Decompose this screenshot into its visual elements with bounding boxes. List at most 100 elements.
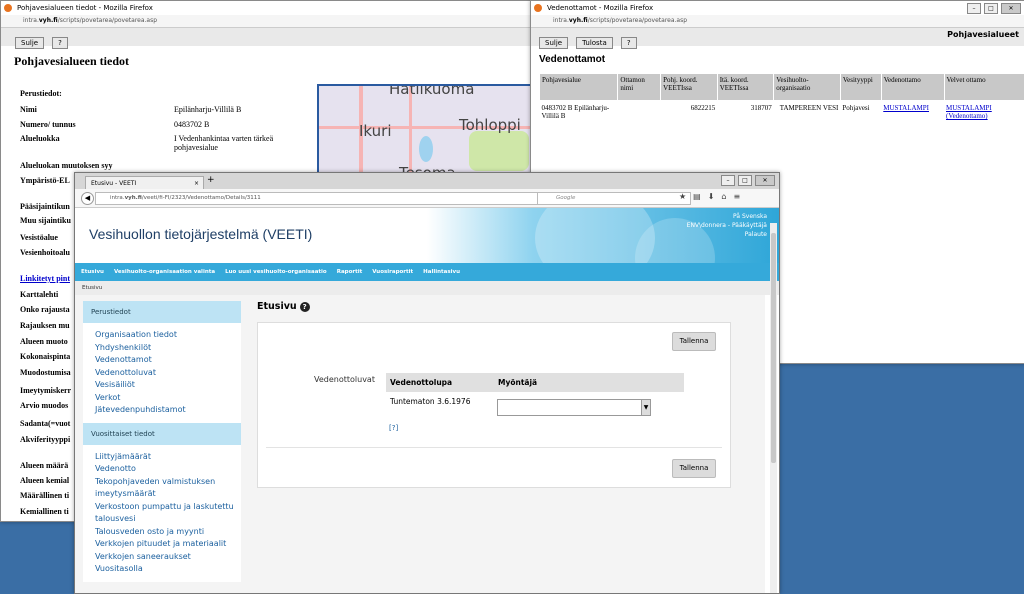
help-button[interactable]: ? <box>52 37 68 49</box>
sidebar-item[interactable]: Organisaation tiedot <box>95 329 241 342</box>
cell-org: TAMPEREEN VESI <box>774 101 841 124</box>
save-button-bottom[interactable]: Tallenna <box>672 459 716 478</box>
detail-key: Pääsijaintikun <box>20 202 70 211</box>
search-input[interactable]: Google <box>537 192 691 205</box>
detail-key: Rajauksen mu <box>20 321 70 330</box>
close-icon[interactable]: ✕ <box>755 175 775 186</box>
intakes-table: Pohjavesialue Ottamon nimi Pohj. koord. … <box>539 73 1024 123</box>
url-path: /scripts/povetarea/povetarea.asp <box>58 17 157 24</box>
sidebar-item[interactable]: Vedenotto <box>95 463 241 476</box>
chevron-down-icon[interactable]: ▼ <box>641 400 650 415</box>
detail-row: Nimi <box>20 105 37 114</box>
detail-key: Muu sijaintiku <box>20 216 71 225</box>
map-label: Hatiikuoma <box>389 84 474 98</box>
window-titlebar[interactable]: Pohjavesialueen tiedot - Mozilla Firefox <box>1 1 539 15</box>
detail-row: Arvio muodos <box>20 401 68 410</box>
maximize-icon[interactable]: □ <box>984 3 998 14</box>
detail-row: Alueluokan muutoksen syy <box>20 161 112 170</box>
toolbar-icons[interactable]: ★▤⬇⌂≡ <box>679 192 747 201</box>
link-user[interactable]: ENV\donnera - Pääkäyttäjä <box>687 221 767 230</box>
window-titlebar[interactable]: Vedenottamot - Mozilla Firefox – □ ✕ <box>531 1 1024 15</box>
sidebar-item[interactable]: Jätevedenpuhdistamot <box>95 404 241 417</box>
sidebar-list: Organisaation tiedotYhdyshenkilötVedenot… <box>83 323 241 423</box>
menu-item-org-select[interactable]: Vesihuolto-organisaation valinta <box>114 269 215 275</box>
cell-type: Pohjavesi <box>840 101 881 124</box>
detail-key: Määrällinen ti <box>20 491 69 500</box>
window-title: Pohjavesialueen tiedot - Mozilla Firefox <box>17 4 153 12</box>
page-toolbar: Sulje Tulosta ? Pohjavesialueet <box>531 28 1024 46</box>
sidebar-item[interactable]: Verkkojen pituudet ja materiaalit <box>95 538 241 551</box>
window-title: Vedenottamot - Mozilla Firefox <box>547 4 653 12</box>
minimize-icon[interactable]: – <box>967 3 981 14</box>
sidebar-item[interactable]: Yhdyshenkilöt <box>95 342 241 355</box>
sidebar-item[interactable]: Verkostoon pumpattu ja laskutettu talous… <box>95 501 241 526</box>
page-title: Pohjavesialueen tiedot <box>14 54 539 69</box>
detail-key: Alueen määrä <box>20 461 68 470</box>
new-tab-icon[interactable]: + <box>207 175 215 185</box>
menu-item-new-org[interactable]: Luo uusi vesihuolto-organisaatio <box>225 269 327 275</box>
cell-east: 318707 <box>717 101 774 124</box>
sidebar-item[interactable]: Verkkojen saneeraukset <box>95 551 241 564</box>
close-button[interactable]: Sulje <box>15 37 44 49</box>
permit-cell: Tuntematon 3.6.1976 <box>386 392 498 412</box>
breadcrumb[interactable]: Etusivu <box>75 281 779 295</box>
sidebar-item[interactable]: Vesisäiliöt <box>95 379 241 392</box>
minimize-icon[interactable]: – <box>721 175 735 186</box>
sidebar-heading: Perustiedot <box>83 301 241 323</box>
detail-key: Akviferityyppi <box>20 435 70 444</box>
detail-key: Onko rajausta <box>20 305 70 314</box>
table-header: Vedenottolupa <box>386 373 498 392</box>
area-map[interactable]: Hatiikuoma Ikuri Tohloppi Tesoma <box>317 84 537 180</box>
sidebar-item[interactable]: Vuositasolla <box>95 563 241 576</box>
back-icon[interactable]: ◀ <box>81 192 94 205</box>
sidebar-item[interactable]: Vedenottamot <box>95 354 241 367</box>
firefox-icon <box>4 4 12 12</box>
menu-item-annual-reports[interactable]: Vuosiraportit <box>372 269 413 275</box>
url-host: vyh.fi <box>569 17 588 24</box>
menu-item-reports[interactable]: Raportit <box>337 269 363 275</box>
tab-etusivu[interactable]: Etusivu - VEETI × <box>85 176 204 190</box>
intake-link[interactable]: MUSTALAMPI <box>883 104 929 112</box>
help-link[interactable]: [?] <box>389 424 398 432</box>
detail-row: Määrällinen ti <box>20 491 69 500</box>
scrollbar-thumb[interactable] <box>771 233 776 463</box>
cell-area: 0483702 B Epilänharju-Villilä B <box>540 101 618 124</box>
help-button[interactable]: ? <box>621 37 637 49</box>
intake-link-2[interactable]: MUSTALAMPI (Vedenottamo) <box>946 104 992 120</box>
sidebar-item[interactable]: Vedenottoluvat <box>95 367 241 380</box>
close-icon[interactable]: ✕ <box>1001 3 1021 14</box>
url-bar[interactable]: intra.vyh.fi/veeti/fi-FI/2323/Vedenottam… <box>95 192 551 205</box>
sidebar-item[interactable]: Liittyjämäärät <box>95 451 241 464</box>
sidebar-item[interactable]: Tekopohjaveden valmistuksen imeytysmäärä… <box>95 476 241 501</box>
detail-key: Imeytymiskerr <box>20 386 71 395</box>
tab-strip: Etusivu - VEETI × + – □ ✕ <box>75 173 779 189</box>
menu-item-admin[interactable]: Hallintasivu <box>423 269 460 275</box>
help-icon[interactable]: ? <box>300 302 310 312</box>
link-swedish[interactable]: På Svenska <box>687 212 767 221</box>
issuer-select[interactable]: ▼ <box>497 399 651 416</box>
detail-value: I Vedenhankintaa varten tärkeä pohjavesi… <box>174 134 314 152</box>
table-header: Vesihuolto-organisaatio <box>774 74 841 101</box>
close-button[interactable]: Sulje <box>539 37 568 49</box>
link-feedback[interactable]: Palaute <box>687 230 767 239</box>
page-toolbar: Sulje ? <box>1 28 539 46</box>
save-button[interactable]: Tallenna <box>672 332 716 351</box>
detail-key[interactable]: Linkitetyt pint <box>20 274 70 283</box>
detail-row: Alueen muoto <box>20 337 68 346</box>
detail-key: Vesistöalue <box>20 233 58 242</box>
detail-row: Ympäristö-EL <box>20 176 70 185</box>
url-bar[interactable]: intra.vyh.fi/scripts/povetarea/povetarea… <box>1 15 539 28</box>
detail-row: Imeytymiskerr <box>20 386 71 395</box>
table-header: Pohjavesialue <box>540 74 618 101</box>
detail-key: Ympäristö-EL <box>20 176 70 185</box>
scrollbar[interactable] <box>770 223 777 593</box>
detail-key: Alueen kemial <box>20 476 69 485</box>
menu-item-etusivu[interactable]: Etusivu <box>81 269 104 275</box>
cell-north: 6822215 <box>661 101 718 124</box>
print-button[interactable]: Tulosta <box>576 37 613 49</box>
maximize-icon[interactable]: □ <box>738 175 752 186</box>
sidebar-item[interactable]: Talousveden osto ja myynti <box>95 526 241 539</box>
url-bar[interactable]: intra.vyh.fi/scripts/povetarea/povetarea… <box>531 15 1024 28</box>
detail-value: Epilänharju-Villilä B <box>174 105 314 114</box>
sidebar-item[interactable]: Verkot <box>95 392 241 405</box>
